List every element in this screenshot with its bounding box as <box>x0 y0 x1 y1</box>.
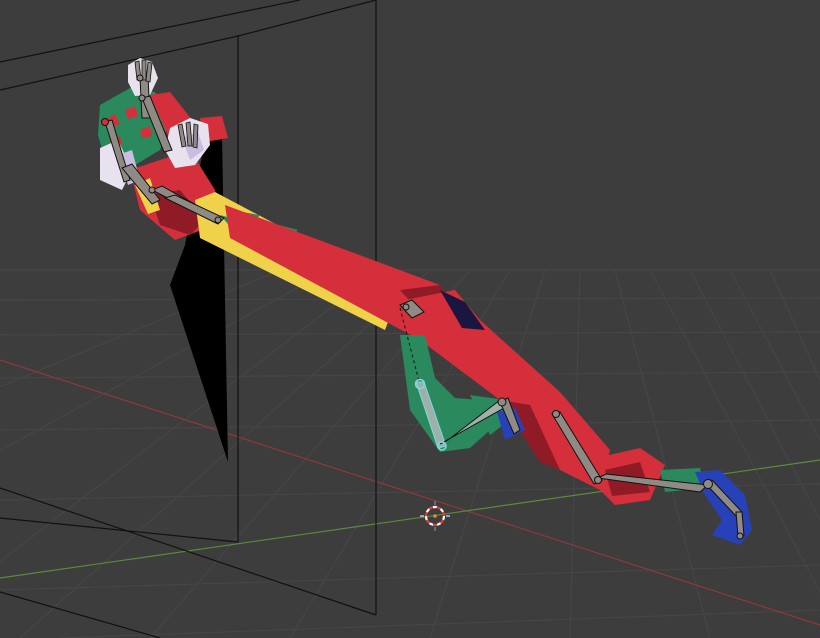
viewport-canvas[interactable] <box>0 0 820 638</box>
bone[interactable] <box>735 511 745 537</box>
3d-viewport[interactable] <box>0 0 820 638</box>
